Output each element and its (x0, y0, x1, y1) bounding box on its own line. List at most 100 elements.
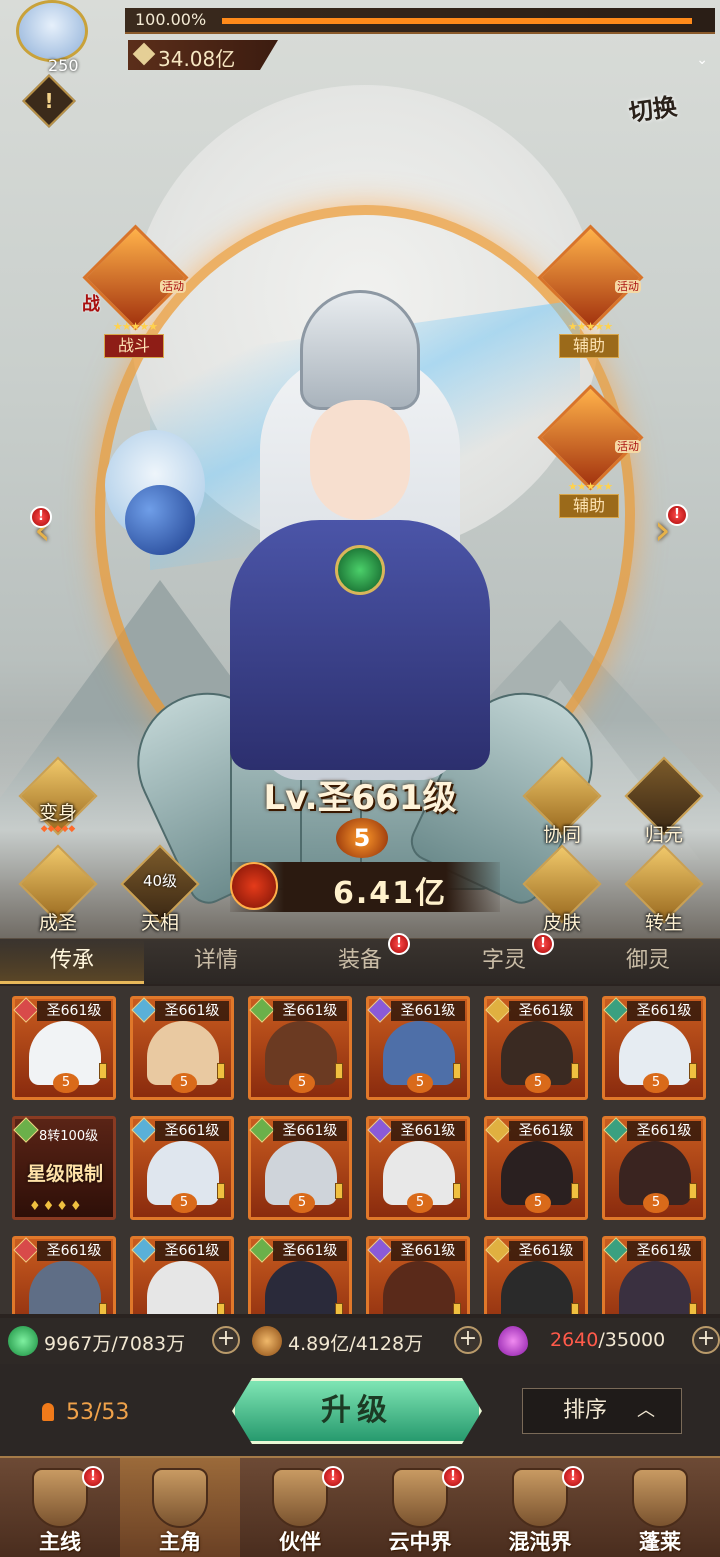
player-level: 250 (48, 56, 79, 75)
element-icon (13, 1237, 39, 1263)
card-star: 5 (525, 1193, 551, 1213)
element-icon (485, 1237, 511, 1263)
element-icon (13, 997, 39, 1023)
crystal-required: 35000 (604, 1329, 666, 1351)
tab-1[interactable]: 详情 (144, 939, 288, 984)
transform-button[interactable]: 变身 ◆◆◆◆◆ (18, 756, 98, 848)
partner-portrait (383, 1261, 455, 1314)
partner-card[interactable]: 圣661级 5 (484, 1116, 588, 1220)
tab-4[interactable]: 御灵 (576, 939, 720, 984)
add-jade-button[interactable]: + (212, 1326, 240, 1354)
pet-slot-support-1[interactable]: 活动 ★★★★★ 辅助 (535, 224, 645, 370)
event-tag: 活动 (615, 440, 641, 453)
chevron-up-icon: ︿ (637, 1400, 655, 1421)
partner-card[interactable]: 圣661级 5 (130, 996, 234, 1100)
synergy-label: 协同 (542, 824, 581, 846)
hero-star-badge: 5 (336, 818, 388, 858)
player-avatar[interactable]: 250 (8, 0, 120, 78)
nav-label: 主线 (39, 1530, 81, 1554)
nav-icon (512, 1468, 568, 1528)
synergy-button[interactable]: 协同 (522, 756, 602, 848)
alert-badge: ! (82, 1466, 104, 1488)
partner-portrait (501, 1261, 573, 1314)
skin-button[interactable]: 皮肤 (522, 844, 602, 936)
partner-card[interactable]: 圣661级 (248, 1236, 352, 1314)
sort-button[interactable]: 排序 ︿ (522, 1388, 682, 1434)
tab-3[interactable]: 字灵! (432, 933, 576, 984)
card-star: 5 (289, 1193, 315, 1213)
celestial-level: 40级 (142, 872, 178, 890)
return-origin-button[interactable]: 归元 (624, 756, 704, 848)
event-tag: 活动 (160, 280, 186, 293)
nav-item-3[interactable]: 云中界! (360, 1458, 480, 1557)
coin-current: 4.89亿 (288, 1333, 350, 1355)
equip-indicator (571, 1063, 579, 1079)
pet-slot-battle[interactable]: 战 活动 ★★★★★ 战斗 (80, 224, 190, 370)
nav-item-4[interactable]: 混沌界! (480, 1458, 600, 1557)
crystal-current: 2640 (550, 1329, 599, 1351)
partner-card[interactable]: 圣661级 5 (130, 1116, 234, 1220)
partner-card[interactable]: 圣661级 (484, 1236, 588, 1314)
partner-portrait (147, 1261, 219, 1314)
element-icon (367, 1117, 393, 1143)
rebirth-button[interactable]: 转生 (624, 844, 704, 936)
partner-card[interactable]: 圣661级 (12, 1236, 116, 1314)
partner-card[interactable]: 圣661级 5 (366, 996, 470, 1100)
card-level: 圣661级 (155, 1241, 229, 1261)
alert-badge: ! (388, 933, 410, 955)
upgrade-button[interactable]: 升级 (232, 1378, 482, 1444)
partner-card[interactable]: 圣661级 (602, 1236, 706, 1314)
bottom-nav: 主线! 主角 伙伴! 云中界! 混沌界! 蓬莱 (0, 1456, 720, 1557)
sainthood-button[interactable]: 成圣 (18, 844, 98, 936)
equip-indicator (571, 1183, 579, 1199)
combat-icon (230, 862, 278, 910)
nav-item-5[interactable]: 蓬莱 (600, 1458, 720, 1557)
partner-card[interactable]: 圣661级 5 (602, 996, 706, 1100)
partner-card[interactable]: 圣661级 (366, 1236, 470, 1314)
celestial-button[interactable]: 40级 天相 (120, 844, 200, 936)
partner-card[interactable]: 圣661级 5 (366, 1116, 470, 1220)
card-level: 8转100级 (39, 1129, 99, 1144)
card-star: 5 (289, 1073, 315, 1093)
add-coin-button[interactable]: + (454, 1326, 482, 1354)
card-star: 5 (643, 1073, 669, 1093)
partner-card[interactable]: 圣661级 5 (602, 1116, 706, 1220)
equip-indicator (217, 1303, 225, 1314)
tab-2[interactable]: 装备! (288, 933, 432, 984)
tab-label: 字灵 (481, 948, 526, 973)
switch-button[interactable]: 切换 (626, 83, 705, 148)
nav-item-2[interactable]: 伙伴! (240, 1458, 360, 1557)
pet-role-label: 战斗 (104, 334, 164, 358)
celestial-label: 天相 (140, 912, 179, 934)
add-crystal-button[interactable]: + (692, 1326, 720, 1354)
jade-icon (8, 1326, 38, 1356)
pet-frame (537, 384, 644, 491)
element-icon (131, 1237, 157, 1263)
equip-indicator (335, 1183, 343, 1199)
partner-card[interactable]: 圣661级 (130, 1236, 234, 1314)
partner-card[interactable]: 圣661级 5 (248, 996, 352, 1100)
resource-bar: 9967万/7083万 + 4.89亿/4128万 + 2640/35000 + (0, 1318, 720, 1364)
nav-item-1[interactable]: 主角 (120, 1458, 240, 1557)
partner-card[interactable]: 圣661级 5 (12, 996, 116, 1100)
chevron-down-icon[interactable]: ⌄ (696, 52, 708, 68)
partner-card[interactable]: 圣661级 5 (248, 1116, 352, 1220)
pet-slot-support-2[interactable]: 活动 ★★★★★ 辅助 (535, 384, 645, 530)
battle-badge: 战 (82, 294, 100, 315)
hero-character[interactable] (190, 290, 530, 850)
tab-label: 传承 (49, 948, 94, 973)
card-star: 5 (53, 1073, 79, 1093)
tab-0[interactable]: 传承 (0, 939, 144, 984)
equip-indicator (99, 1303, 107, 1314)
star-rating: ★★★★★ (112, 320, 158, 333)
alert-badge: ! (30, 506, 52, 528)
hero-tabs: 传承 详情 装备! 字灵! 御灵 (0, 933, 720, 984)
partner-card[interactable]: 圣661级 5 (484, 996, 588, 1100)
partner-card[interactable]: 8转100级 星级限制 ♦♦♦♦ (12, 1116, 116, 1220)
alert-badge: ! (532, 933, 554, 955)
equip-indicator (217, 1063, 225, 1079)
coin-resource: 4.89亿/4128万 + (252, 1326, 488, 1356)
event-tag: 活动 (615, 280, 641, 293)
exp-percent: 100.00% (135, 10, 207, 29)
nav-item-0[interactable]: 主线! (0, 1458, 120, 1557)
